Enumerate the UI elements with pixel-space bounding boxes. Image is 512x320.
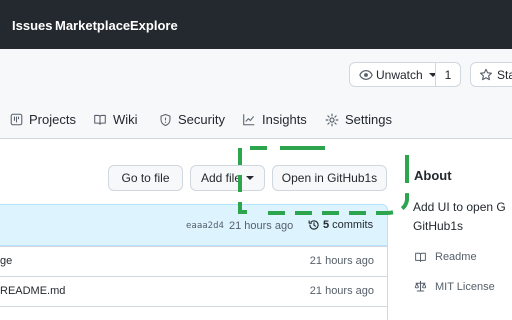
file-time: 21 hours ago	[309, 285, 374, 297]
star-button[interactable]: Star	[470, 62, 512, 87]
commits-link[interactable]: 5 commits	[308, 219, 373, 231]
commits-label: commits	[332, 219, 374, 231]
file-time: 21 hours ago	[309, 255, 374, 267]
readme-label: Readme	[435, 251, 477, 263]
tab-settings-label: Settings	[345, 112, 392, 127]
chevron-down-icon	[246, 176, 255, 180]
about-heading: About	[414, 168, 452, 183]
latest-commit-bar: eaaa2d4 21 hours ago 5 commits	[0, 204, 388, 246]
tab-projects-label: Projects	[29, 112, 76, 127]
readme-link[interactable]: Readme	[414, 251, 477, 263]
commit-sha[interactable]: eaaa2d4	[186, 221, 224, 231]
nav-link-issues[interactable]: Issues	[12, 18, 52, 34]
add-file-button[interactable]: Add file	[190, 165, 265, 191]
file-name[interactable]: ge	[0, 255, 12, 267]
about-description: Add UI to open G GitHub1s	[413, 198, 512, 236]
graph-icon	[243, 114, 255, 126]
star-label: Star	[497, 67, 512, 82]
open-in-github1s-button[interactable]: Open in GitHub1s	[272, 165, 387, 191]
nav-link-explore[interactable]: Explore	[130, 18, 178, 34]
unwatch-button[interactable]: Unwatch	[349, 62, 437, 87]
tab-insights-label: Insights	[262, 112, 307, 127]
tab-security[interactable]: Security	[159, 112, 225, 127]
tab-wiki-label: Wiki	[113, 112, 138, 127]
watch-count[interactable]: 1	[435, 62, 461, 87]
nav-link-marketplace[interactable]: Marketplace	[55, 18, 130, 34]
file-name[interactable]: README.md	[0, 285, 65, 297]
table-row[interactable]	[0, 306, 388, 320]
commit-time: 21 hours ago	[229, 220, 294, 232]
eye-icon	[359, 69, 373, 80]
license-label: MIT License	[435, 280, 495, 293]
about-description-line-2: GitHub1s	[413, 219, 464, 233]
tab-projects[interactable]: Projects	[10, 112, 76, 127]
tab-insights[interactable]: Insights	[242, 112, 307, 127]
project-board-icon	[10, 113, 23, 126]
law-icon	[414, 280, 427, 292]
book-icon	[94, 114, 106, 125]
commit-count: 5	[323, 219, 330, 231]
shield-icon	[160, 113, 171, 126]
tab-security-label: Security	[178, 112, 225, 127]
file-list: ge 21 hours ago README.md 21 hours ago	[0, 246, 388, 320]
history-icon	[308, 220, 319, 230]
star-icon	[480, 68, 492, 80]
add-file-label: Add file	[200, 171, 242, 185]
tab-wiki[interactable]: Wiki	[93, 112, 138, 127]
table-row[interactable]: README.md 21 hours ago	[0, 276, 388, 305]
license-link[interactable]: MIT License	[414, 280, 495, 293]
global-nav: Issues Marketplace Explore	[0, 0, 512, 49]
tab-settings[interactable]: Settings	[325, 112, 392, 127]
go-to-file-button[interactable]: Go to file	[108, 165, 183, 191]
table-row[interactable]: ge 21 hours ago	[0, 246, 388, 275]
gear-icon	[325, 113, 339, 126]
about-description-line-1: Add UI to open G	[413, 200, 506, 214]
unwatch-label: Unwatch	[376, 67, 423, 82]
book-icon	[415, 252, 426, 262]
